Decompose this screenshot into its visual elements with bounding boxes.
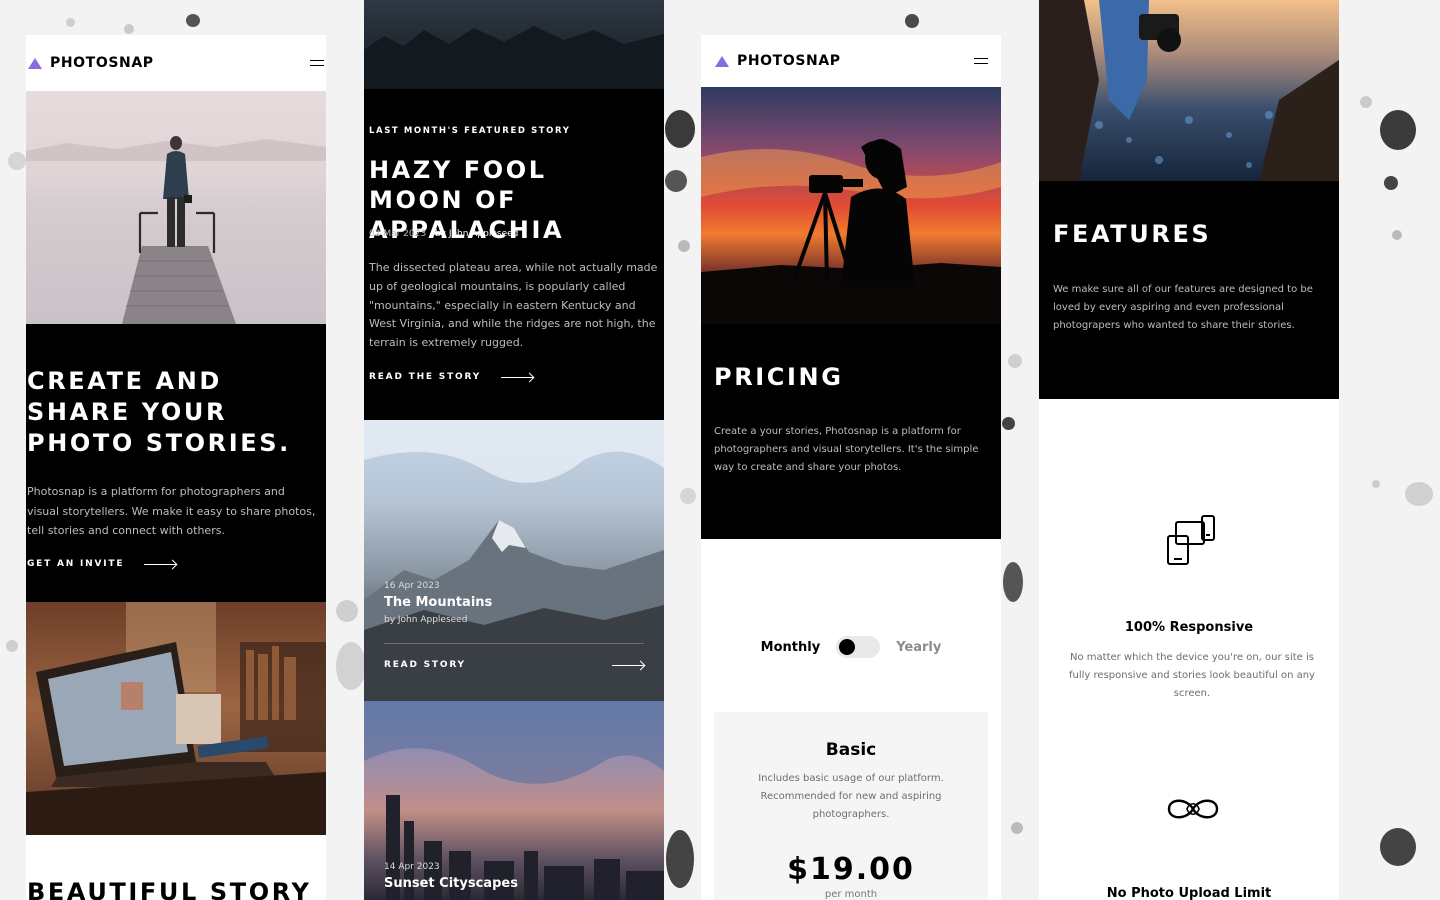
billing-yearly-label[interactable]: Yearly <box>896 640 941 655</box>
arrow-right-icon <box>144 563 177 565</box>
site-header: PHOTOSNAP <box>26 35 326 91</box>
feature-text: No matter which the device you're on, ou… <box>1069 652 1315 699</box>
story-date: 14 Apr 2023 <box>384 862 440 872</box>
laptop-desk-photo <box>26 602 326 835</box>
pricing-title: PRICING <box>714 363 844 391</box>
story-meta: 14 Apr 2023 Sunset Cityscapes <box>384 862 518 891</box>
story-author: by John Appleseed <box>384 615 468 625</box>
billing-toggle: Monthly Yearly <box>701 636 1001 658</box>
features-list: 100% Responsive No matter which the devi… <box>1039 399 1339 900</box>
pricing-text: Create a your stories, Photosnap is a pl… <box>714 426 979 473</box>
plan-card-basic[interactable]: Basic Includes basic usage of our platfo… <box>714 712 988 900</box>
get-invite-button[interactable]: GET AN INVITE <box>27 559 177 569</box>
hamburger-icon[interactable] <box>310 60 324 66</box>
logo-triangle-icon <box>715 55 729 67</box>
logo[interactable]: PHOTOSNAP <box>715 53 841 69</box>
screen-home: PHOTOSNAP CREATE AND SHARE YOUR PHOTO ST… <box>26 0 326 900</box>
features-intro-panel: FEATURES We make sure all of our feature… <box>1039 181 1339 399</box>
screen-pricing: PHOTOSNAP PRICING Create a your stories,… <box>701 0 1001 900</box>
features-title: FEATURES <box>1053 220 1212 248</box>
arrow-right-icon <box>501 376 534 378</box>
hero-panel: CREATE AND SHARE YOUR PHOTO STORIES. Pho… <box>26 324 326 602</box>
story-card[interactable]: 16 Apr 2023 The Mountains by John Apples… <box>364 420 664 701</box>
hiker-rocks-photo <box>1039 0 1339 181</box>
plan-period: per month <box>824 889 878 900</box>
hero-text: Photosnap is a platform for photographer… <box>27 485 316 537</box>
infinity-icon <box>1167 799 1219 819</box>
feature-title: 100% Responsive <box>1124 620 1254 635</box>
hero-title: CREATE AND SHARE YOUR PHOTO STORIES. <box>27 367 291 457</box>
billing-switch-knob <box>839 639 856 655</box>
plan-name: Basic <box>825 740 877 760</box>
story-date: 16 Apr 2023 <box>384 581 440 591</box>
story-title: Sunset Cityscapes <box>384 876 518 891</box>
story-card[interactable]: 14 Apr 2023 Sunset Cityscapes <box>364 701 664 900</box>
forest-photo <box>364 26 664 89</box>
featured-image <box>364 0 664 89</box>
site-header: PHOTOSNAP <box>701 35 1001 87</box>
story-meta: 16 Apr 2023 The Mountains by John Apples… <box>384 581 492 625</box>
screen-stories: LAST MONTH'S FEATURED STORY HAZY FOOL MO… <box>364 0 664 900</box>
featured-story-panel: LAST MONTH'S FEATURED STORY HAZY FOOL MO… <box>364 89 664 420</box>
story-title: The Mountains <box>384 595 493 610</box>
pricing-hero-image <box>701 87 1001 324</box>
featured-date: 02 Mar 2023 <box>369 229 427 239</box>
plan-price: $19.00 <box>787 852 915 887</box>
features-hero-image <box>1039 0 1339 181</box>
pricing-body: Monthly Yearly Basic Includes basic usag… <box>701 539 1001 900</box>
plan-description: Includes basic usage of our platform. Re… <box>758 773 944 820</box>
billing-monthly-label[interactable]: Monthly <box>761 640 821 655</box>
responsive-devices-icon <box>1167 515 1215 565</box>
read-story-button[interactable]: READ STORY <box>384 660 644 670</box>
workspace-image <box>26 602 326 835</box>
logo-triangle-icon <box>28 57 42 69</box>
story-divider <box>384 643 644 644</box>
next-section: BEAUTIFUL STORY <box>26 835 326 900</box>
billing-switch[interactable] <box>836 636 881 658</box>
photographer-silhouette-photo <box>701 139 1001 324</box>
read-the-story-button[interactable]: READ THE STORY <box>369 372 534 382</box>
logo[interactable]: PHOTOSNAP <box>28 55 154 71</box>
arrow-right-icon <box>612 664 644 666</box>
section-title: BEAUTIFUL STORY <box>27 878 312 900</box>
hero-image <box>26 91 326 324</box>
feature-title: No Photo Upload Limit <box>1106 886 1272 900</box>
featured-text: The dissected plateau area, while not ac… <box>369 261 658 350</box>
features-text: We make sure all of our features are des… <box>1053 284 1313 331</box>
mountain-photo <box>364 420 664 701</box>
pricing-intro-panel: PRICING Create a your stories, Photosnap… <box>701 324 1001 539</box>
featured-author: by John Appleseed <box>434 229 519 239</box>
featured-meta: 02 Mar 2023 by John Appleseed <box>369 229 518 239</box>
pier-photo <box>26 136 326 324</box>
hamburger-icon[interactable] <box>974 58 988 64</box>
screen-features: FEATURES We make sure all of our feature… <box>1039 0 1339 900</box>
featured-eyebrow: LAST MONTH'S FEATURED STORY <box>369 126 571 136</box>
